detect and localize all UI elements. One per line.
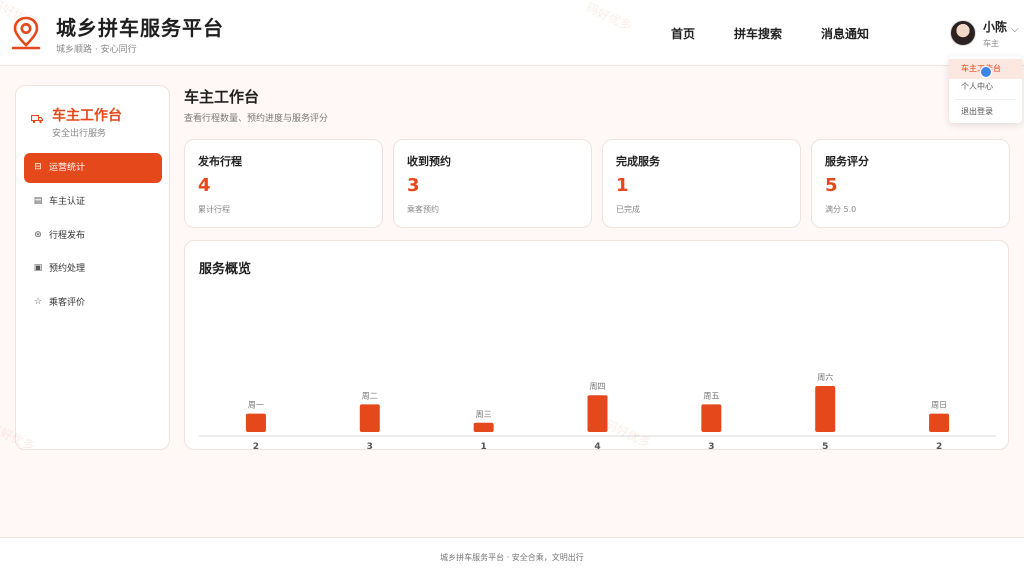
route-icon: ⊛ bbox=[34, 230, 42, 240]
chart-category-label: 周四 bbox=[590, 382, 606, 391]
nav-messages[interactable]: 消息通知 bbox=[821, 25, 869, 42]
chart-bar[interactable] bbox=[359, 404, 380, 432]
sidebar-item-label: 预约处理 bbox=[49, 264, 86, 274]
truck-icon bbox=[31, 114, 43, 124]
footer-text: 城乡拼车服务平台 · 安全合乘，文明出行 bbox=[440, 553, 584, 562]
sidebar-item-label: 运营统计 bbox=[49, 163, 86, 173]
sidebar-item-reviews[interactable]: ☆ 乘客评价 bbox=[24, 288, 162, 318]
chart-bar[interactable] bbox=[473, 422, 494, 432]
chart-category-label: 周三 bbox=[476, 410, 492, 419]
top-header: 城乡拼车服务平台 城乡顺路 · 安心同行 首页 拼车搜索 消息通知 小陈 车主 … bbox=[0, 0, 1024, 66]
user-name[interactable]: 小陈 bbox=[983, 18, 1007, 35]
dropdown-item-logout[interactable]: 退出登录 bbox=[949, 102, 1022, 122]
chart-category-label: 周一 bbox=[248, 401, 264, 410]
sidebar-item-certification[interactable]: ▤ 车主认证 bbox=[24, 187, 162, 217]
chart-value-label: 5 bbox=[822, 442, 828, 451]
location-pin-icon[interactable] bbox=[10, 15, 42, 51]
stat-value: 5 bbox=[825, 175, 838, 196]
chart-value-label: 3 bbox=[708, 442, 714, 451]
stat-value: 4 bbox=[198, 175, 211, 196]
chart-value-label: 3 bbox=[367, 442, 373, 451]
nav-search[interactable]: 拼车搜索 bbox=[734, 25, 782, 42]
chart-category-label: 周五 bbox=[703, 391, 719, 400]
chevron-down-icon[interactable]: ⌵ bbox=[1011, 24, 1019, 35]
stat-label: 服务评分 bbox=[825, 155, 869, 168]
nav-home[interactable]: 首页 bbox=[671, 25, 695, 42]
sidebar: 车主工作台 安全出行服务 ⊟ 运营统计 ▤ 车主认证 ⊛ 行程发布 ▣ 预约处理… bbox=[15, 85, 170, 450]
dropdown-item-profile[interactable]: 个人中心 bbox=[949, 77, 1022, 97]
chart-category-label: 周日 bbox=[931, 401, 947, 410]
stat-note: 乘客预约 bbox=[407, 205, 439, 214]
service-bar-chart: 周一 2 周二 3 周三 1 周四 4 周五 3 周六 5 周日 2 bbox=[199, 372, 996, 451]
sidebar-item-publish-trip[interactable]: ⊛ 行程发布 bbox=[24, 221, 162, 251]
stat-label: 完成服务 bbox=[616, 155, 660, 168]
chart-bar[interactable] bbox=[701, 404, 722, 432]
sidebar-item-bookings[interactable]: ▣ 预约处理 bbox=[24, 254, 162, 284]
stat-note: 累计行程 bbox=[198, 205, 230, 214]
sidebar-item-label: 乘客评价 bbox=[49, 298, 86, 308]
page-title: 车主工作台 bbox=[184, 88, 260, 106]
footer: 城乡拼车服务平台 · 安全合乘，文明出行 bbox=[0, 537, 1024, 576]
chart-bar[interactable] bbox=[587, 395, 608, 432]
chart-icon: ⊟ bbox=[34, 162, 42, 172]
stat-label: 收到预约 bbox=[407, 155, 451, 168]
mouse-cursor-icon bbox=[980, 66, 992, 78]
dropdown-divider bbox=[955, 99, 1016, 100]
chart-bar[interactable] bbox=[929, 413, 950, 432]
chart-bar[interactable] bbox=[815, 386, 836, 432]
document-icon: ▣ bbox=[33, 263, 43, 273]
user-avatar[interactable] bbox=[950, 20, 976, 46]
stat-card-bookings: 收到预约 3 乘客预约 bbox=[393, 139, 592, 228]
sidebar-item-stats[interactable]: ⊟ 运营统计 bbox=[24, 153, 162, 183]
stat-card-rating: 服务评分 5 满分 5.0 bbox=[811, 139, 1010, 228]
chart-value-label: 1 bbox=[481, 442, 487, 451]
app-subtitle: 城乡顺路 · 安心同行 bbox=[56, 45, 137, 55]
chart-category-label: 周二 bbox=[362, 391, 378, 400]
star-icon: ☆ bbox=[33, 297, 43, 307]
sidebar-title: 车主工作台 bbox=[52, 108, 122, 124]
chart-value-label: 4 bbox=[594, 442, 600, 451]
chart-value-label: 2 bbox=[253, 442, 259, 451]
service-overview-panel: 服务概览 周一 2 周二 3 周三 1 周四 4 周五 3 周六 5 周日 2 bbox=[184, 240, 1009, 451]
clipboard-icon: ▤ bbox=[33, 196, 43, 206]
chart-value-label: 2 bbox=[936, 442, 942, 451]
app-title[interactable]: 城乡拼车服务平台 bbox=[56, 12, 224, 41]
stat-note: 满分 5.0 bbox=[825, 205, 857, 214]
stat-note: 已完成 bbox=[616, 205, 640, 214]
stat-value: 3 bbox=[407, 175, 420, 196]
stat-value: 1 bbox=[616, 175, 629, 196]
page-description: 查看行程数量、预约进度与服务评分 bbox=[184, 114, 329, 124]
stat-card-trips: 发布行程 4 累计行程 bbox=[184, 139, 383, 228]
user-role: 车主 bbox=[983, 39, 999, 48]
stat-card-completed: 完成服务 1 已完成 bbox=[602, 139, 801, 228]
sidebar-item-label: 行程发布 bbox=[49, 231, 86, 241]
chart-bar[interactable] bbox=[245, 413, 266, 432]
stat-label: 发布行程 bbox=[198, 155, 242, 168]
sidebar-item-label: 车主认证 bbox=[49, 197, 86, 207]
sidebar-subtitle: 安全出行服务 bbox=[52, 129, 107, 139]
chart-category-label: 周六 bbox=[817, 372, 833, 382]
